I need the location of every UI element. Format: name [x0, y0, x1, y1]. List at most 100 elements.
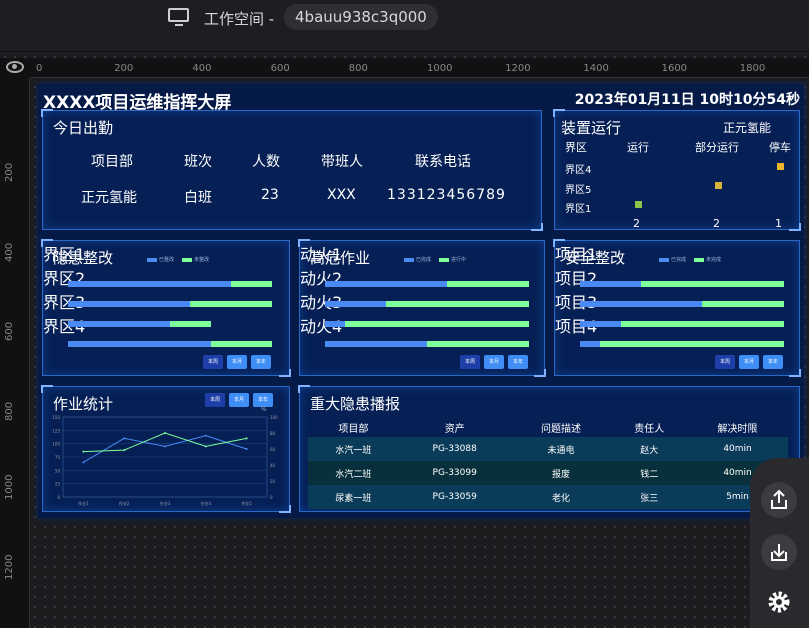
highrisk-panel[interactable]: 高危作业 已完成 进行中 动火1 动火2 动火3 动火4 本周 本月 本年	[298, 239, 546, 377]
table-header: 问题描述	[540, 423, 581, 435]
bar-segment-pending	[170, 321, 211, 327]
table-cell: 报废	[551, 469, 570, 480]
table-header: 联系电话	[415, 154, 471, 170]
y-tick-label: 50	[55, 468, 61, 473]
y-tick-label: 125	[52, 428, 60, 433]
data-point	[204, 434, 207, 437]
workspace-label: 工作空间 -	[204, 10, 275, 28]
legend-entry: 进行中	[439, 256, 466, 263]
ruler-tick: 1800	[739, 63, 766, 74]
ruler-tick: 1000	[4, 474, 15, 500]
data-point	[164, 445, 166, 448]
editor-canvas[interactable]: 0 200 400 600 800 1000 1200 1400 1600 1800 200 400…	[0, 52, 809, 628]
table-row[interactable]: 水汽二班 PG-33099 报废 钱二 40min	[308, 461, 788, 485]
bar-segment-pending	[600, 341, 784, 347]
screen-clock: 2023年01月11日 10时10分54秒	[574, 92, 800, 108]
data-point	[82, 461, 85, 464]
ruler-tick: 400	[192, 63, 212, 74]
table-header: 部分运行	[695, 141, 739, 154]
table-header: 运行	[627, 141, 649, 154]
ruler-tick: 1400	[583, 63, 609, 74]
data-point	[204, 445, 207, 448]
table-cell: XXX	[327, 187, 356, 203]
dashboard-screen[interactable]: XXXX项目运维指挥大屏 2023年01月11日 10时10分54秒 今日出勤 …	[38, 84, 804, 518]
legend-swatch	[404, 257, 414, 262]
table-cell: PG-33099	[432, 468, 477, 478]
total: 2	[633, 217, 640, 230]
bar-segment-pending	[620, 321, 784, 327]
table-cell: 钱二	[640, 469, 659, 480]
bar-segment-done	[325, 301, 387, 307]
legend-swatch	[694, 257, 705, 262]
table-cell: 水汽一班	[335, 445, 372, 456]
attendance-panel[interactable]: 今日出勤 项目部 班次 人数 带班人 联系电话 正元氢能 白班 23 XXX 1…	[41, 109, 543, 231]
ruler-corner	[0, 58, 30, 78]
table-cell: PG-33088	[432, 444, 477, 454]
x-tick-label: 作业5	[241, 500, 252, 506]
ruler-tick: 600	[4, 321, 15, 341]
year-button[interactable]: 本年	[508, 355, 528, 369]
table-row[interactable]: 尿素一班 PG-33059 老化 张三 5min	[308, 485, 788, 509]
y-tick-label: 0	[57, 495, 60, 500]
share-button[interactable]	[761, 482, 797, 518]
table-cell: 尿素一班	[335, 493, 372, 504]
device-panel[interactable]: 装置运行 正元氢能 界区 运行 部分运行 停车 界区4 界区5 界区1 2 2 …	[553, 109, 801, 231]
month-button[interactable]: 本月	[739, 355, 759, 369]
row-label: 界区5	[565, 185, 592, 196]
x-tick-label: 作业3	[160, 500, 171, 506]
panel-title: 今日出勤	[53, 119, 114, 137]
chart-legend: 已整改 未整改	[147, 256, 209, 263]
bar-segment-done	[68, 301, 191, 307]
ruler-tick: 1000	[427, 63, 453, 74]
month-button[interactable]: 本月	[227, 355, 247, 369]
table-header: 停车	[769, 141, 791, 154]
data-point	[123, 437, 126, 440]
monitor-icon	[168, 8, 189, 26]
bar-segment-pending	[386, 301, 529, 307]
data-point	[245, 448, 248, 450]
total: 1	[775, 217, 782, 230]
x-tick-label: 作业2	[119, 500, 130, 506]
y2-tick-label: 40	[270, 463, 276, 468]
month-button[interactable]: 本月	[229, 393, 249, 407]
major-hazard-panel[interactable]: 重大隐患播报 项目部 资产 问题描述 责任人 解决时限 水汽一班 PG-33088…	[298, 385, 801, 513]
eye-icon[interactable]	[6, 61, 24, 73]
workspace-id-chip[interactable]: 4bauu938c3q000	[284, 4, 438, 30]
table-cell: 老化	[551, 493, 570, 504]
hazard-panel[interactable]: 隐患整改 已整改 未整改 界区1 界区2 界区3 界区4 本周 本月 本年	[41, 239, 291, 377]
year-button[interactable]: 本年	[253, 393, 273, 407]
legend-swatch	[147, 257, 157, 262]
bar-segment-pending	[210, 341, 272, 347]
bar-segment-done	[580, 321, 621, 327]
ruler-tick: 200	[4, 162, 15, 182]
bar-segment-pending	[702, 301, 784, 307]
week-button[interactable]: 本周	[203, 355, 223, 369]
download-button[interactable]	[761, 534, 797, 570]
year-button[interactable]: 本年	[763, 355, 783, 369]
y-tick-label: 25	[55, 482, 61, 487]
settings-button[interactable]	[761, 584, 797, 620]
safety-panel[interactable]: 安全整改 已完成 未完成 项目1 项目2 项目3 项目4 本周 本月 本年	[553, 239, 801, 377]
y2-tick-label: 0	[270, 495, 273, 500]
table-cell: 23	[261, 187, 279, 203]
year-button[interactable]: 本年	[251, 355, 271, 369]
work-line-chart: 0 25 50 75 100 125 150 0 20 40 60 80 100 作业1 作业2 作业3 作业4…	[52, 415, 278, 506]
work-panel[interactable]: 作业统计 本周 本月 本年 % 0 25 50 75 100 125 150 0 20 40 60 8…	[41, 385, 291, 513]
vertical-ruler: 200400600800100012001400	[0, 78, 30, 628]
bar-segment-done	[580, 301, 703, 307]
table-header: 班次	[184, 154, 212, 170]
bar-segment-pending	[641, 281, 784, 287]
week-button[interactable]: 本周	[205, 393, 225, 407]
major-hazard-table: 项目部 资产 问题描述 责任人 解决时限 水汽一班 PG-33088 未通电 赵大 40…	[308, 417, 788, 509]
bar-segment-done	[580, 281, 642, 287]
week-button[interactable]: 本周	[460, 355, 480, 369]
week-button[interactable]: 本周	[715, 355, 735, 369]
bar-segment-done	[325, 321, 346, 327]
month-button[interactable]: 本月	[484, 355, 504, 369]
legend-entry: 未完成	[694, 256, 721, 263]
table-cell: 正元氢能	[81, 190, 137, 206]
horizontal-ruler: 0 200 400 600 800 1000 1200 1400 1600 1800	[30, 58, 809, 78]
table-row[interactable]: 水汽一班 PG-33088 未通电 赵大 40min	[308, 437, 788, 461]
panel-title: 作业统计	[53, 395, 114, 413]
bar-segment-pending	[427, 341, 529, 347]
